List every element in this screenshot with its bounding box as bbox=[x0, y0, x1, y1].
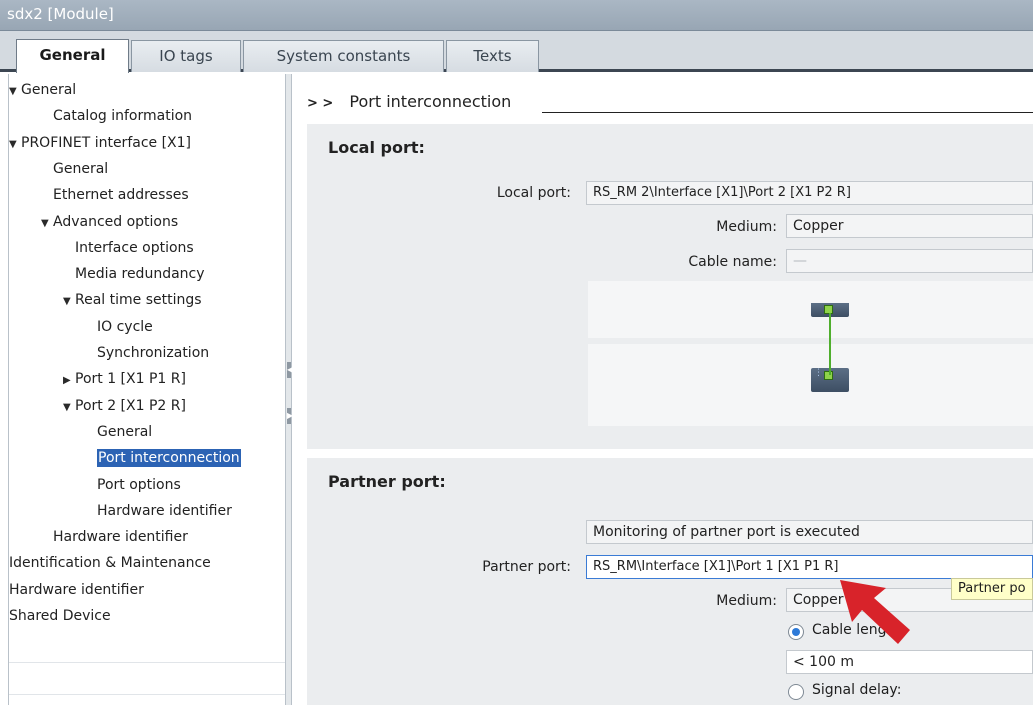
nav-item-label: Port interconnection bbox=[97, 449, 241, 468]
breadcrumb-chevrons: > > bbox=[307, 96, 334, 111]
nav-item[interactable]: Interface options bbox=[9, 235, 279, 261]
nav-item-label: General bbox=[53, 160, 109, 177]
nav-item-label: Port 2 [X1 P2 R] bbox=[75, 397, 186, 414]
nav-item[interactable]: General bbox=[9, 419, 279, 445]
nav-item-label: Advanced options bbox=[53, 213, 179, 230]
partner-port-tooltip: Partner po bbox=[951, 578, 1033, 600]
tab-io-tags[interactable]: IO tags bbox=[131, 40, 241, 72]
triangle-down-icon[interactable]: ▼ bbox=[63, 289, 75, 315]
partner-port-label: Partner port: bbox=[482, 559, 571, 575]
nav-item[interactable]: Hardware identifier bbox=[9, 577, 279, 603]
red-arrow-pointer-icon bbox=[840, 580, 910, 644]
nav-item-label: Synchronization bbox=[97, 345, 210, 361]
nav-item-label: Interface options bbox=[75, 239, 194, 256]
signal-delay-label: Signal delay: bbox=[812, 682, 902, 698]
nav-item-label: Identification & Maintenance bbox=[9, 555, 211, 572]
expand-right-icon[interactable]: ▶ bbox=[287, 408, 293, 424]
nav-item-label: General bbox=[97, 423, 153, 440]
signal-delay-radio[interactable] bbox=[788, 684, 804, 700]
triangle-down-icon[interactable]: ▼ bbox=[41, 211, 53, 237]
nav-separator bbox=[9, 661, 285, 663]
nav-item[interactable]: ▼ PROFINET interface [X1] bbox=[9, 130, 279, 156]
nav-item[interactable]: ▶ Port 1 [X1 P1 R] bbox=[9, 366, 279, 392]
partner-medium-label: Medium: bbox=[716, 593, 777, 609]
cable-name-label: Cable name: bbox=[688, 254, 777, 270]
triangle-down-icon[interactable]: ▼ bbox=[9, 132, 21, 158]
local-port-header: Local port: bbox=[328, 138, 425, 157]
triangle-down-icon[interactable]: ▼ bbox=[63, 395, 75, 421]
nav-item[interactable]: ▼ Advanced options bbox=[9, 209, 279, 235]
nav-item-label: General bbox=[21, 82, 77, 98]
nav-item-label: Hardware identifier bbox=[97, 502, 232, 519]
nav-item[interactable]: Ethernet addresses bbox=[9, 182, 279, 208]
port-connection-line bbox=[829, 313, 831, 375]
nav-item[interactable]: General bbox=[9, 156, 279, 182]
nav-item[interactable]: Port interconnection bbox=[9, 445, 279, 471]
nav-item[interactable]: Hardware identifier bbox=[9, 524, 279, 550]
nav-item[interactable]: Port options bbox=[9, 472, 279, 498]
breadcrumb: > > Port interconnection bbox=[307, 92, 511, 111]
nav-item[interactable]: Identification & Maintenance bbox=[9, 550, 279, 576]
navigation-tree: ▼ General Catalog information ▼ PROFINET int… bbox=[8, 74, 286, 705]
pointer-shape bbox=[840, 580, 910, 644]
monitoring-status-field: Monitoring of partner port is executed bbox=[586, 520, 1033, 544]
cable-name-field: — bbox=[786, 249, 1033, 273]
local-port-field[interactable]: RS_RM 2\Interface [X1]\Port 2 [X1 P2 R] bbox=[586, 181, 1033, 205]
nav-item-label: Ethernet addresses bbox=[53, 187, 189, 204]
device-leds-icon: ⋮ bbox=[814, 368, 823, 378]
breadcrumb-title: Port interconnection bbox=[349, 92, 512, 111]
tab-general[interactable]: General bbox=[16, 39, 129, 73]
triangle-down-icon[interactable]: ▼ bbox=[9, 79, 21, 105]
nav-item-label: PROFINET interface [X1] bbox=[21, 134, 192, 151]
nav-item[interactable]: ▼ Real time settings bbox=[9, 287, 279, 313]
nav-item-label: Hardware identifier bbox=[9, 581, 144, 598]
tab-strip: General IO tags System constants Texts bbox=[0, 31, 1033, 73]
nav-item[interactable]: Catalog information bbox=[9, 103, 279, 129]
tab-system-constants[interactable]: System constants bbox=[243, 40, 444, 72]
partner-port-header: Partner port: bbox=[328, 472, 446, 491]
nav-item-label: Real time settings bbox=[75, 292, 202, 309]
nav-item[interactable]: IO cycle bbox=[9, 314, 279, 340]
pane-splitter[interactable]: ◀ ▶ bbox=[286, 74, 293, 705]
nav-separator bbox=[9, 693, 285, 695]
nav-item[interactable]: Media redundancy bbox=[9, 261, 279, 287]
nav-item-label: Port 1 [X1 P1 R] bbox=[75, 371, 186, 388]
nav-item-label: Catalog information bbox=[53, 108, 193, 125]
cable-length-field[interactable]: < 100 m bbox=[786, 650, 1033, 674]
nav-item-label: Shared Device bbox=[9, 608, 111, 624]
local-port-label: Local port: bbox=[496, 185, 571, 201]
cable-length-radio[interactable] bbox=[788, 624, 804, 640]
window-titlebar: sdx2 [Module] bbox=[0, 0, 1033, 31]
nav-item-label: Media redundancy bbox=[75, 266, 205, 283]
nav-item-label: IO cycle bbox=[97, 318, 153, 335]
nav-item-label: Port options bbox=[97, 476, 181, 493]
nav-item[interactable]: ▼ Port 2 [X1 P2 R] bbox=[9, 393, 279, 419]
nav-item[interactable]: Hardware identifier bbox=[9, 498, 279, 524]
local-topology-lower: ⋮ bbox=[588, 344, 1033, 426]
triangle-right-icon[interactable]: ▶ bbox=[63, 368, 75, 394]
tab-texts[interactable]: Texts bbox=[446, 40, 539, 72]
local-medium-field[interactable]: Copper bbox=[786, 214, 1033, 238]
window-title: sdx2 [Module] bbox=[7, 5, 114, 23]
collapse-left-icon[interactable]: ◀ bbox=[287, 362, 293, 378]
nav-item[interactable]: Synchronization bbox=[9, 340, 279, 366]
nav-item[interactable]: Shared Device bbox=[9, 603, 279, 629]
breadcrumb-divider bbox=[542, 112, 1033, 113]
local-port-section: Local port: Local port: RS_RM 2\Interfac… bbox=[307, 124, 1033, 449]
local-topology-upper bbox=[588, 281, 1033, 338]
partner-port-field[interactable]: RS_RM\Interface [X1]\Port 1 [X1 P1 R] bbox=[586, 555, 1033, 579]
local-medium-label: Medium: bbox=[716, 219, 777, 235]
nav-item[interactable]: ▼ General bbox=[9, 77, 279, 103]
nav-item-label: Hardware identifier bbox=[53, 529, 188, 546]
